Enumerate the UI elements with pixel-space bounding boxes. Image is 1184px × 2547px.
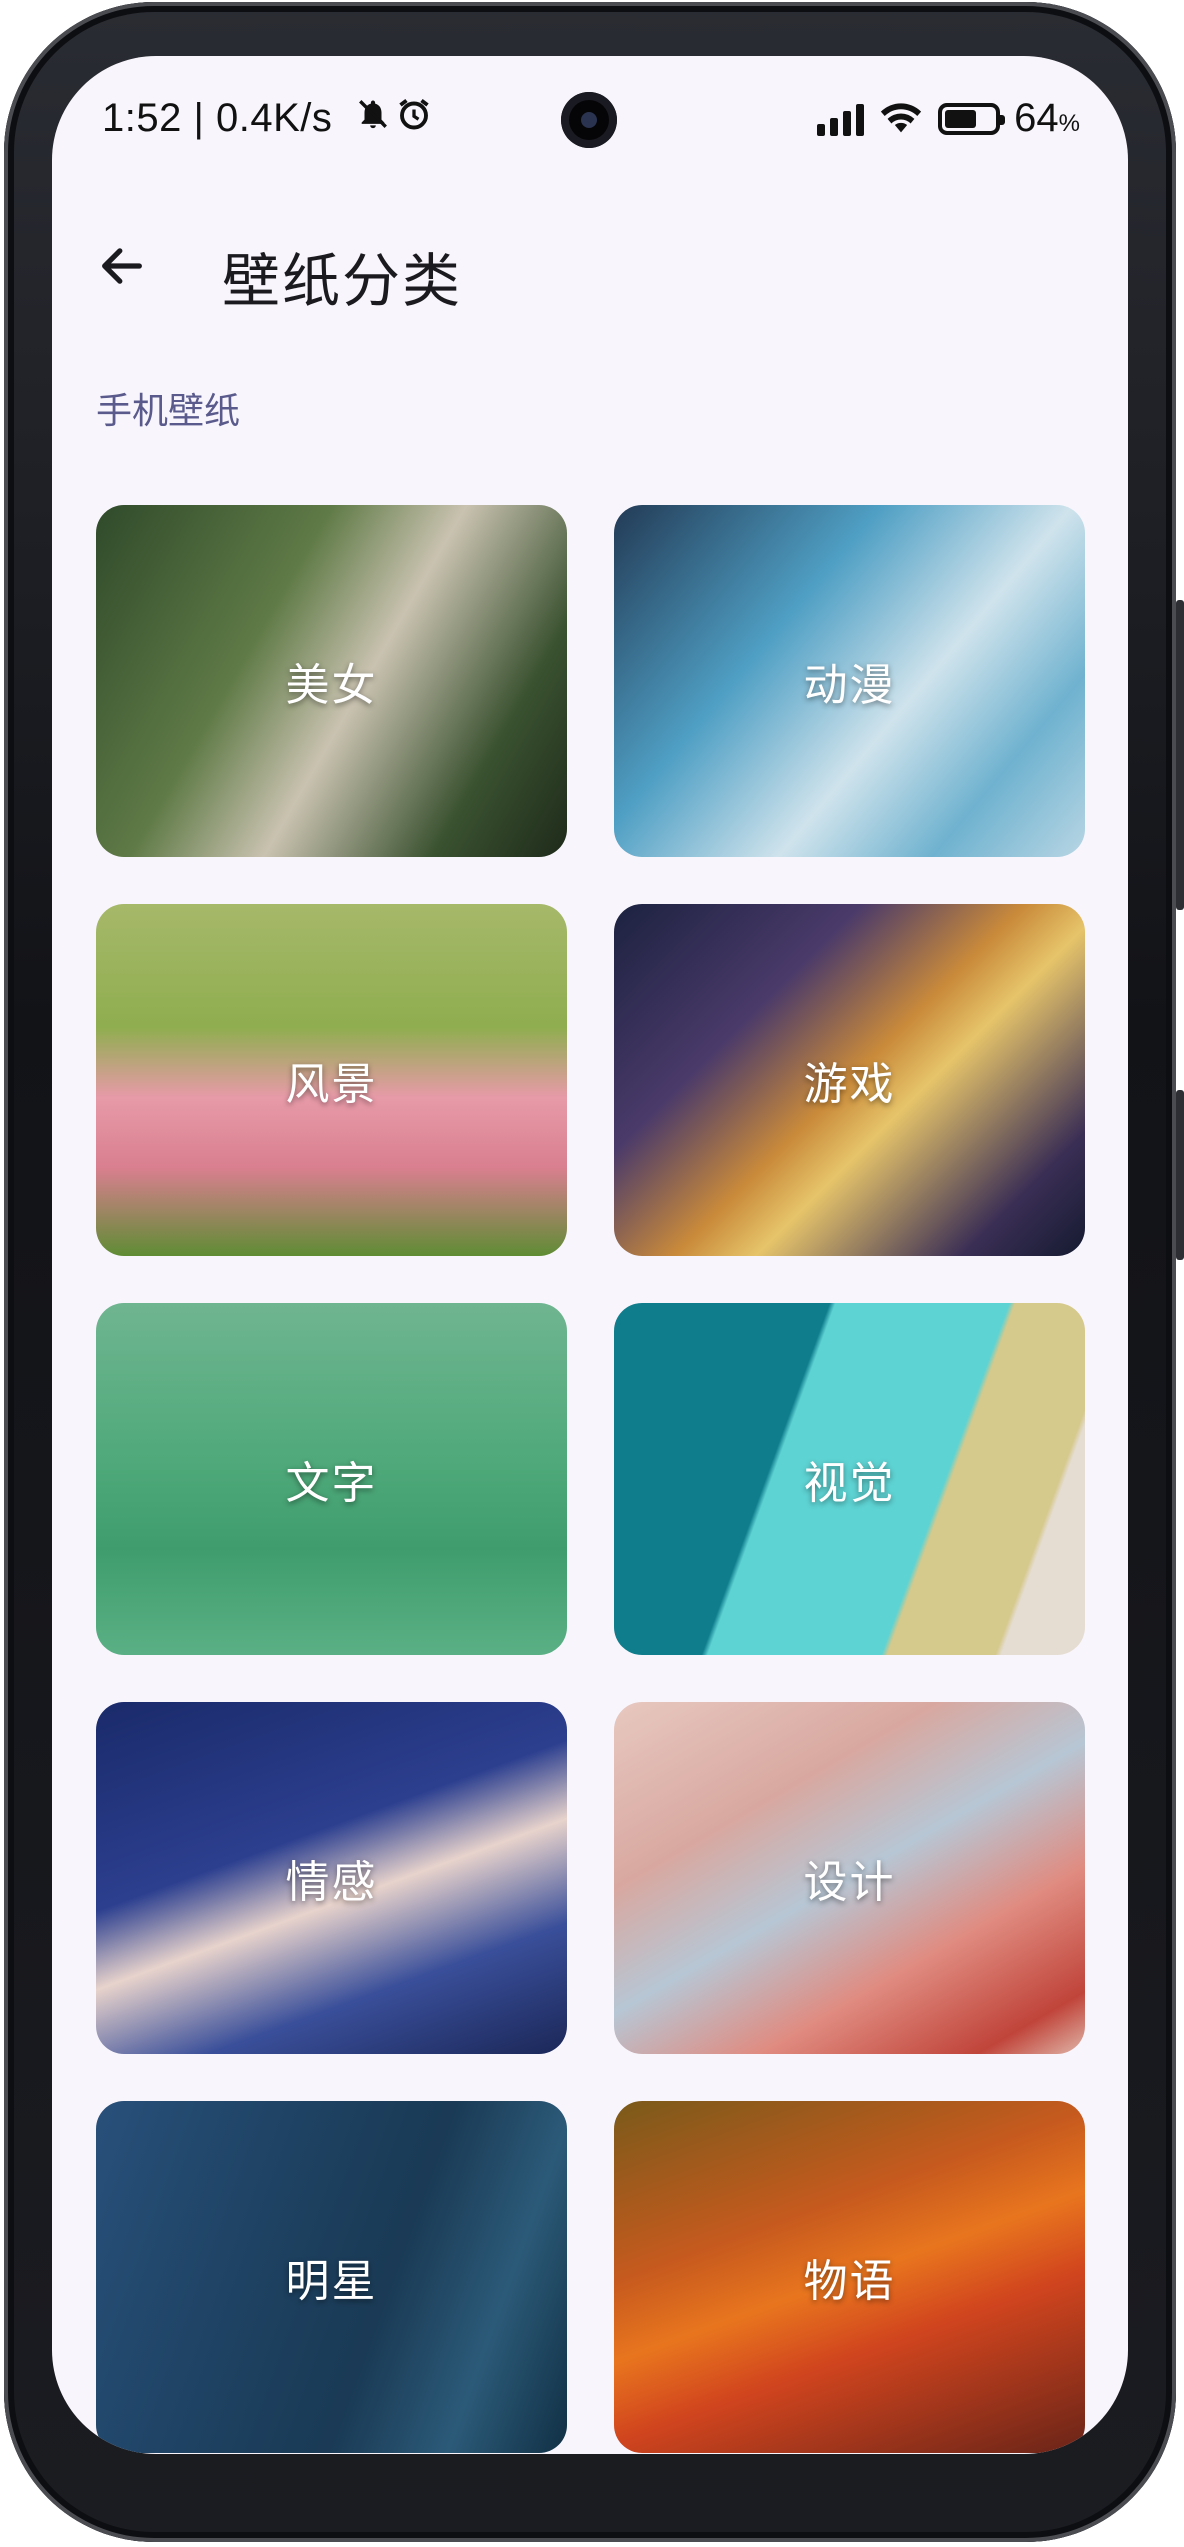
category-card[interactable]: 物语 xyxy=(614,2101,1085,2453)
app-bar: 壁纸分类 xyxy=(52,196,1128,336)
wifi-icon xyxy=(878,99,924,139)
category-label: 明星 xyxy=(285,2256,378,2307)
category-card[interactable]: 美女 xyxy=(96,505,567,857)
category-card[interactable]: 情感 xyxy=(96,1702,567,2054)
category-label: 游戏 xyxy=(803,1059,896,1110)
status-notification-icons xyxy=(356,96,432,141)
battery-percent-unit: % xyxy=(1058,110,1080,137)
status-right: 64% xyxy=(817,96,1080,141)
category-card[interactable]: 风景 xyxy=(96,904,567,1256)
power-button xyxy=(1176,1090,1184,1260)
category-card[interactable]: 设计 xyxy=(614,1702,1085,2054)
category-card[interactable]: 动漫 xyxy=(614,505,1085,857)
category-card[interactable]: 游戏 xyxy=(614,904,1085,1256)
battery-icon xyxy=(938,102,1006,135)
category-label: 情感 xyxy=(285,1857,378,1908)
back-button[interactable] xyxy=(72,216,172,316)
status-time: 1:52 | 0.4K/s xyxy=(102,96,333,140)
status-bar: 1:52 | 0.4K/s 64% xyxy=(52,56,1128,176)
cell-signal-icon xyxy=(817,102,865,136)
page-title: 壁纸分类 xyxy=(222,247,463,315)
category-label: 文字 xyxy=(285,1458,378,1509)
category-label: 动漫 xyxy=(803,660,896,711)
arrow-left-icon xyxy=(102,248,142,284)
category-label: 风景 xyxy=(285,1059,378,1110)
battery-percent: 64% xyxy=(1014,96,1080,141)
category-card[interactable]: 视觉 xyxy=(614,1303,1085,1655)
category-card[interactable]: 文字 xyxy=(96,1303,567,1655)
device-frame: 1:52 | 0.4K/s 64% 壁纸分类 手机壁纸 美女 动漫 风景 游戏 … xyxy=(0,0,1184,2547)
section-title: 手机壁纸 xyxy=(96,391,241,432)
front-camera xyxy=(561,92,617,148)
category-label: 视觉 xyxy=(803,1458,896,1509)
bell-off-icon xyxy=(356,97,390,140)
category-label: 设计 xyxy=(803,1857,896,1908)
battery-fill xyxy=(945,109,977,128)
category-label: 美女 xyxy=(285,660,378,711)
alarm-icon xyxy=(396,96,432,141)
screen: 1:52 | 0.4K/s 64% 壁纸分类 手机壁纸 美女 动漫 风景 游戏 … xyxy=(52,56,1128,2454)
category-label: 物语 xyxy=(803,2256,896,2307)
volume-button xyxy=(1176,600,1184,910)
category-card[interactable]: 明星 xyxy=(96,2101,567,2453)
battery-percent-value: 64 xyxy=(1014,96,1059,140)
